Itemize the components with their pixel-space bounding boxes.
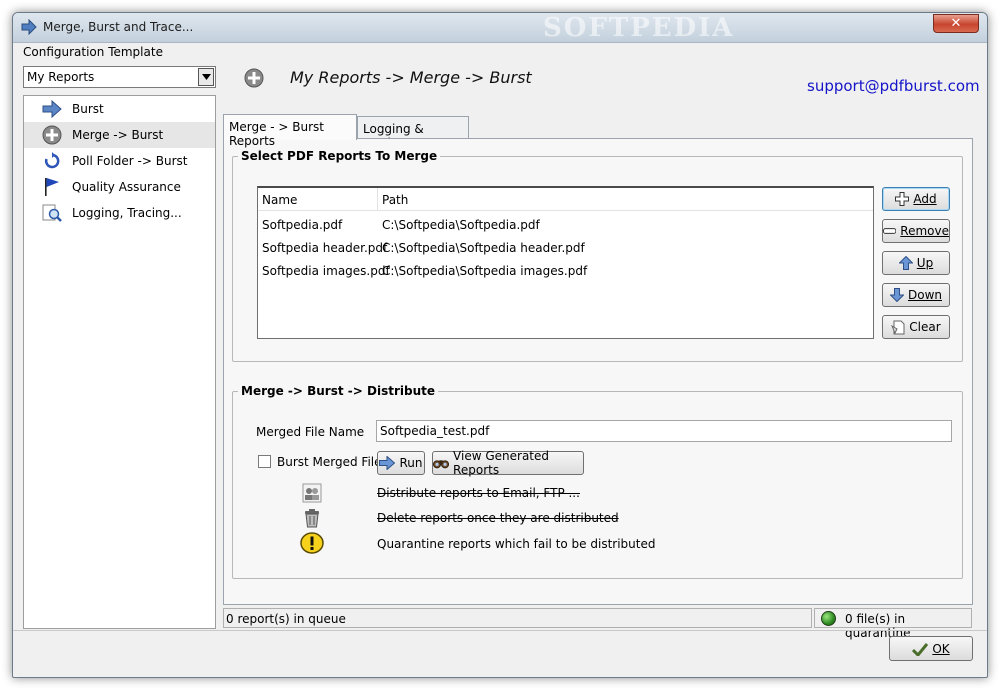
merged-file-name-label: Merged File Name (256, 425, 365, 439)
title-bar: Merge, Burst and Trace... SOFTPEDIA ✕ (13, 13, 987, 43)
column-header-path[interactable]: Path (378, 188, 873, 211)
distribute-title: Merge -> Burst -> Distribute (238, 384, 438, 398)
support-link[interactable]: support@pdfburst.com (807, 77, 980, 95)
sidebar: Configuration Template My Reports Burst … (19, 43, 217, 629)
run-button-label: Run (399, 456, 423, 470)
distribute-email-ftp-option[interactable]: Distribute reports to Email, FTP ... (377, 486, 580, 500)
plus-circle-icon (41, 125, 63, 145)
run-button[interactable]: Run (377, 451, 425, 475)
footer-divider (13, 630, 987, 631)
nav-item-merge-burst[interactable]: Merge -> Burst (24, 122, 215, 148)
table-cell-path[interactable]: C:\Softpedia\Softpedia header.pdf (382, 241, 585, 255)
add-button-label: Add (913, 192, 937, 206)
watermark: SOFTPEDIA (543, 13, 735, 43)
delete-reports-option[interactable]: Delete reports once they are distributed (377, 511, 619, 525)
clear-icon (891, 320, 905, 334)
minus-icon (883, 228, 897, 234)
dropdown-button[interactable] (198, 68, 214, 86)
table-cell-name[interactable]: Softpedia header.pdf (262, 241, 387, 255)
trash-icon (305, 509, 319, 528)
nav-item-label: Logging, Tracing... (72, 206, 182, 220)
up-button[interactable]: Up (882, 251, 950, 275)
nav-item-label: Merge -> Burst (72, 128, 164, 142)
select-reports-title: Select PDF Reports To Merge (238, 149, 441, 163)
merged-file-name-input[interactable]: Softpedia_test.pdf (376, 420, 952, 442)
table-cell-path[interactable]: C:\Softpedia\Softpedia images.pdf (382, 264, 587, 278)
app-arrow-icon (21, 19, 37, 35)
nav-item-logging[interactable]: Logging, Tracing... (24, 200, 215, 226)
warning-icon (300, 532, 324, 554)
page-title: My Reports -> Merge -> Burst (290, 68, 532, 87)
main-window: Merge, Burst and Trace... SOFTPEDIA ✕ Co… (12, 12, 988, 678)
magnifier-icon (41, 203, 63, 223)
table-cell-name[interactable]: Softpedia images.pdf (262, 264, 390, 278)
nav-item-burst[interactable]: Burst (24, 96, 215, 122)
table-cell-path[interactable]: C:\Softpedia\Softpedia.pdf (382, 218, 540, 232)
view-generated-reports-label: View Generated Reports (453, 449, 549, 477)
queue-status: 0 report(s) in queue (223, 608, 812, 628)
clear-button[interactable]: Clear (882, 315, 950, 339)
arrow-down-icon (889, 288, 904, 302)
down-button[interactable]: Down (882, 283, 950, 307)
window-title: Merge, Burst and Trace... (43, 20, 194, 34)
binoculars-icon (433, 460, 450, 469)
nav-item-label: Quality Assurance (72, 180, 181, 194)
close-button[interactable]: ✕ (933, 14, 979, 33)
tab-merge-burst-reports[interactable]: Merge - > Burst Reports (223, 114, 357, 148)
remove-button[interactable]: Remove (882, 219, 950, 243)
nav-item-poll-folder[interactable]: Poll Folder -> Burst (24, 148, 215, 174)
template-select[interactable]: My Reports (23, 66, 216, 88)
plus-icon (895, 192, 910, 206)
refresh-icon (41, 151, 63, 171)
quarantine-status: 0 file(s) in quarantine (814, 608, 972, 640)
remove-button-label: Remove (900, 224, 949, 238)
quarantine-option[interactable]: Quarantine reports which fail to be dist… (377, 537, 655, 551)
ok-button[interactable]: OK (889, 636, 973, 661)
arrow-right-icon (379, 456, 396, 470)
nav-item-quality-assurance[interactable]: Quality Assurance (24, 174, 215, 200)
nav-item-label: Poll Folder -> Burst (72, 154, 188, 168)
nav-list: Burst Merge -> Burst Poll Folder -> Burs… (23, 95, 216, 629)
down-button-label: Down (907, 288, 942, 302)
burst-merged-file-checkbox[interactable] (258, 455, 271, 468)
up-button-label: Up (916, 256, 934, 270)
add-button[interactable]: Add (882, 187, 950, 211)
plus-circle-icon (244, 68, 264, 88)
view-generated-reports-button[interactable]: View Generated Reports (432, 449, 584, 477)
chevron-down-icon (201, 74, 211, 80)
arrow-up-icon (898, 256, 913, 270)
reports-table: Name Path Softpedia.pdf C:\Softpedia\Sof… (257, 186, 874, 339)
arrow-right-icon (41, 99, 63, 119)
contacts-icon (302, 483, 322, 503)
nav-item-label: Burst (72, 102, 104, 116)
table-cell-name[interactable]: Softpedia.pdf (262, 218, 342, 232)
flag-icon (41, 177, 63, 197)
checkmark-icon (912, 642, 929, 656)
template-select-value: My Reports (27, 70, 95, 84)
config-template-label: Configuration Template (23, 45, 163, 59)
ok-button-label: OK (932, 641, 950, 656)
burst-merged-file-label[interactable]: Burst Merged File (277, 455, 382, 469)
status-indicator-icon (821, 611, 836, 626)
tab-logging-tracing[interactable]: Logging & Tracing (357, 116, 469, 150)
column-header-name[interactable]: Name (258, 188, 378, 211)
clear-button-label: Clear (909, 320, 941, 334)
